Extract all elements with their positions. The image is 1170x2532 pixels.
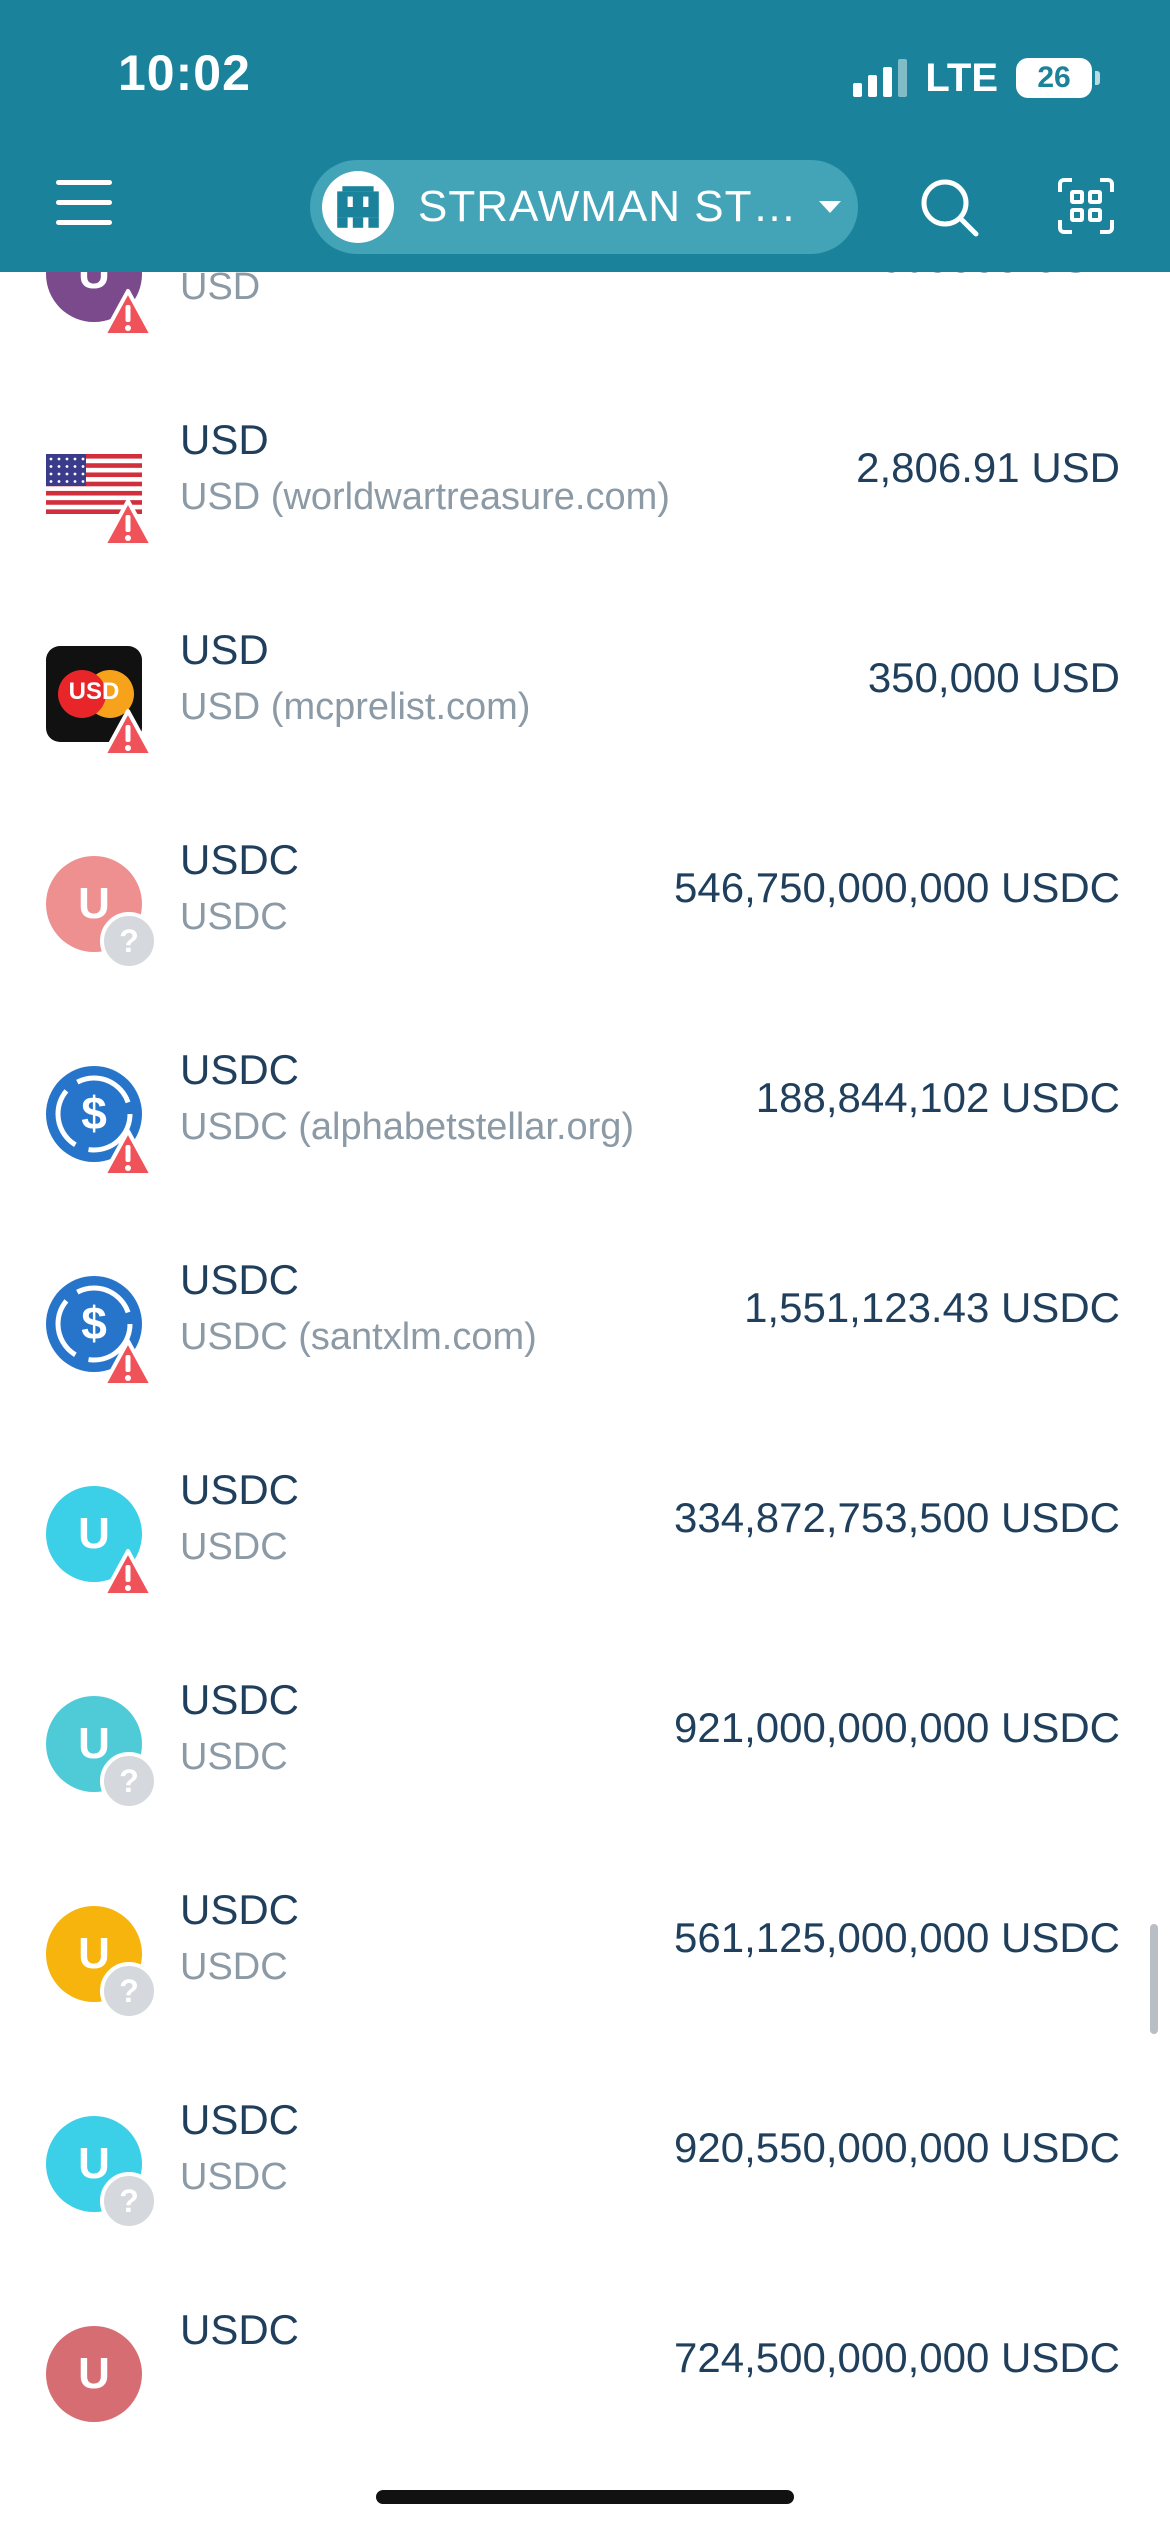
asset-code: USDC xyxy=(180,2096,300,2143)
scrollbar[interactable] xyxy=(1150,1924,1158,2034)
icon-label: USD xyxy=(68,678,120,705)
status-time: 10:02 xyxy=(118,45,251,101)
asset-row[interactable]: U? USDC USDC 546,750,000,000 USDC xyxy=(0,824,1170,1034)
network-type: LTE xyxy=(925,55,998,100)
question-icon: ? xyxy=(100,1962,158,2020)
asset-balance: 1,551,123.43 USDC xyxy=(744,1284,1120,1331)
asset-letter-icon: U? xyxy=(46,1906,158,2020)
asset-code: USDC xyxy=(180,1466,300,1513)
asset-balance: 188,844,102 USDC xyxy=(755,1074,1120,1121)
search-icon[interactable] xyxy=(918,176,982,240)
asset-issuer: USDC xyxy=(180,1736,288,1778)
asset-list[interactable]: U USD USD 1.1805555 USD USD USD (worldwartrea… xyxy=(0,272,1170,2422)
asset-code: USDC xyxy=(180,836,300,883)
home-indicator[interactable] xyxy=(376,2490,794,2504)
qr-scan-icon[interactable] xyxy=(1056,176,1116,236)
asset-balance: 921,000,000,000 USDC xyxy=(674,1704,1120,1751)
asset-row[interactable]: USD USD USD (mcprelist.com) 350,000 USD xyxy=(0,614,1170,824)
asset-issuer: USDC (alphabetstellar.org) xyxy=(180,1106,635,1148)
status-indicators: LTE 26 xyxy=(853,52,1100,104)
warning-icon xyxy=(102,1548,154,1600)
asset-letter-icon: U xyxy=(46,1486,154,1597)
chevron-down-icon xyxy=(819,201,842,213)
menu-icon[interactable] xyxy=(56,180,112,228)
warning-icon xyxy=(102,498,154,550)
asset-letter-icon: U xyxy=(46,2326,146,2422)
asset-balance: 920,550,000,000 USDC xyxy=(674,2124,1120,2171)
asset-issuer: USDC (santxlm.com) xyxy=(180,1316,537,1358)
question-icon: ? xyxy=(100,1752,158,1810)
battery-icon: 26 xyxy=(1016,58,1092,98)
warning-icon xyxy=(102,1338,154,1390)
asset-balance: 2,806.91 USD xyxy=(856,444,1120,491)
asset-letter-icon: U? xyxy=(46,856,158,970)
warning-icon xyxy=(102,1128,154,1180)
asset-code: USDC xyxy=(180,1046,300,1093)
asset-row[interactable]: U USDC 724,500,000,000 USDC xyxy=(0,2294,1170,2422)
asset-balance: 350,000 USD xyxy=(867,654,1120,701)
cell-signal-icon xyxy=(853,59,908,97)
asset-code: USD xyxy=(180,416,269,463)
asset-issuer: USD (worldwartreasure.com) xyxy=(180,476,670,518)
asset-issuer: USDC xyxy=(180,1946,288,1988)
asset-balance: 561,125,000,000 USDC xyxy=(674,1914,1120,1961)
asset-issuer: USDC xyxy=(180,896,288,938)
asset-code: USD xyxy=(180,626,269,673)
asset-code: USDC xyxy=(180,1256,300,1303)
usdc-coin-icon: $ xyxy=(46,1066,154,1177)
asset-row[interactable]: $ USDC USDC (santxlm.com) 1,551,123.43 USDC xyxy=(0,1244,1170,1454)
warning-icon xyxy=(102,708,154,760)
asset-row[interactable]: $ USDC USDC (alphabetstellar.org) 188,844,1… xyxy=(0,1034,1170,1244)
asset-letter-icon: U? xyxy=(46,1696,158,1810)
asset-letter-icon: U xyxy=(46,272,154,337)
asset-issuer: USD xyxy=(180,272,261,308)
asset-issuer: USD (mcprelist.com) xyxy=(180,686,531,728)
asset-letter-icon: U? xyxy=(46,2116,158,2230)
asset-row[interactable]: U? USDC USDC 561,125,000,000 USDC xyxy=(0,1874,1170,2084)
battery-nub xyxy=(1095,71,1100,85)
asset-balance: 546,750,000,000 USDC xyxy=(674,864,1120,911)
question-icon: ? xyxy=(100,912,158,970)
asset-balance: 334,872,753,500 USDC xyxy=(674,1494,1120,1541)
question-icon: ? xyxy=(100,2172,158,2230)
asset-row[interactable]: U? USDC USDC 920,550,000,000 USDC xyxy=(0,2084,1170,2294)
account-switcher[interactable]: STRAWMAN ST… xyxy=(310,160,858,254)
asset-row[interactable]: USD USD (worldwartreasure.com) 2,806.91 US… xyxy=(0,404,1170,614)
asset-balance: 1.1805555 USD xyxy=(821,272,1120,282)
account-name: STRAWMAN ST… xyxy=(418,182,798,231)
asset-row[interactable]: UUSDUSD1.1805555 USD xyxy=(0,272,1170,404)
app-header: 10:02 LTE 26 STRAWMAN ST… xyxy=(0,0,1170,272)
asset-code: USDC xyxy=(180,2306,300,2353)
asset-code: USDC xyxy=(180,1886,300,1933)
asset-code: USDC xyxy=(180,1676,300,1723)
asset-issuer: USDC xyxy=(180,2156,288,2198)
usdc-coin-icon: $ xyxy=(46,1276,154,1387)
mastercard-usd-icon: USD xyxy=(46,646,154,757)
account-avatar-icon xyxy=(322,171,394,243)
asset-row[interactable]: U? USDC USDC 921,000,000,000 USDC xyxy=(0,1664,1170,1874)
us-flag-icon xyxy=(46,436,154,547)
asset-letter: U xyxy=(46,2326,142,2422)
asset-issuer: USDC xyxy=(180,1526,288,1568)
asset-row[interactable]: U USDC USDC 334,872,753,500 USDC xyxy=(0,1454,1170,1664)
asset-balance: 724,500,000,000 USDC xyxy=(674,2334,1120,2381)
warning-icon xyxy=(102,288,154,340)
